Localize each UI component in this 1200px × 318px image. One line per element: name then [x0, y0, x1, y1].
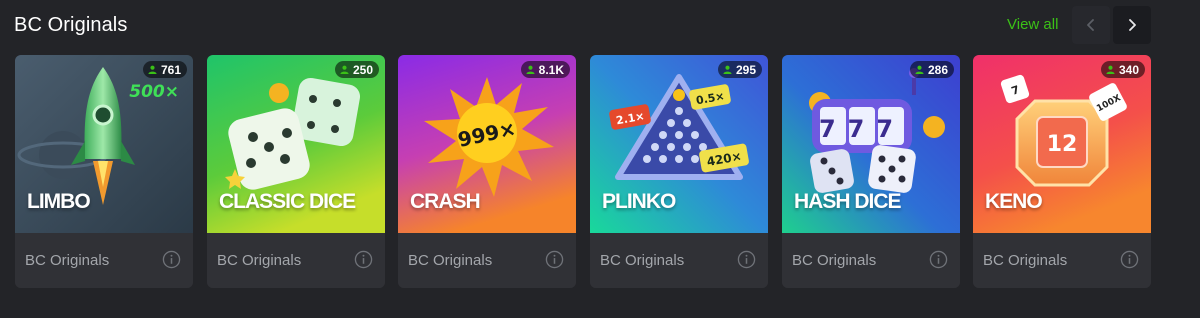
user-icon — [1106, 65, 1115, 74]
game-title: PLINKO — [602, 190, 676, 213]
user-icon — [526, 65, 535, 74]
game-card-keno[interactable]: 12 7 100X KENO 340 BC Originals — [973, 55, 1151, 288]
info-icon — [737, 250, 756, 269]
player-count-badge: 286 — [909, 61, 954, 78]
player-count: 250 — [352, 62, 373, 77]
game-thumbnail: 12 7 100X KENO 340 — [973, 55, 1151, 233]
card-footer: BC Originals — [590, 233, 768, 288]
game-card-limbo[interactable]: 500× LIMBO 761 BC Originals — [15, 55, 193, 288]
slot-reels-label: 777 — [819, 115, 905, 143]
chevron-left-icon — [1087, 19, 1094, 31]
user-icon — [340, 65, 349, 74]
card-footer: BC Originals — [973, 233, 1151, 288]
player-count-badge: 761 — [142, 61, 187, 78]
player-count: 8.1K — [538, 62, 564, 77]
user-icon — [723, 65, 732, 74]
info-icon — [162, 250, 181, 269]
info-button[interactable] — [737, 250, 756, 269]
user-icon — [915, 65, 924, 74]
provider-label: BC Originals — [217, 252, 302, 269]
bc-originals-section: BC Originals View all 500× LIMBO 761 BC … — [0, 0, 1200, 318]
player-count-badge: 250 — [334, 61, 379, 78]
chevron-right-icon — [1129, 19, 1136, 31]
game-card-classic-dice[interactable]: CLASSIC DICE 250 BC Originals — [207, 55, 385, 288]
info-button[interactable] — [162, 250, 181, 269]
card-footer: BC Originals — [207, 233, 385, 288]
provider-label: BC Originals — [25, 252, 110, 269]
info-icon — [929, 250, 948, 269]
info-icon — [545, 250, 564, 269]
card-footer: BC Originals — [15, 233, 193, 288]
provider-label: BC Originals — [600, 252, 685, 269]
game-thumbnail: 777 HASH DICE 286 — [782, 55, 960, 233]
info-button[interactable] — [929, 250, 948, 269]
info-button[interactable] — [545, 250, 564, 269]
prev-button[interactable] — [1072, 6, 1110, 44]
game-thumbnail: 2.1× 0.5× 420× PLINKO 295 — [590, 55, 768, 233]
game-title: LIMBO — [27, 190, 91, 213]
game-title: CLASSIC DICE — [219, 190, 356, 213]
provider-label: BC Originals — [792, 252, 877, 269]
player-count: 286 — [927, 62, 948, 77]
player-count-badge: 8.1K — [520, 61, 570, 78]
game-card-plinko[interactable]: 2.1× 0.5× 420× PLINKO 295 BC Originals — [590, 55, 768, 288]
player-count: 340 — [1118, 62, 1139, 77]
info-button[interactable] — [354, 250, 373, 269]
card-footer: BC Originals — [398, 233, 576, 288]
info-icon — [354, 250, 373, 269]
view-all-link[interactable]: View all — [1007, 16, 1058, 33]
multiplier-label: 500× — [129, 82, 179, 102]
section-title: BC Originals — [14, 14, 128, 36]
next-button[interactable] — [1113, 6, 1151, 44]
keno-number: 12 — [1047, 132, 1078, 157]
provider-label: BC Originals — [983, 252, 1068, 269]
card-footer: BC Originals — [782, 233, 960, 288]
game-card-hash-dice[interactable]: 777 HASH DICE 286 BC Originals — [782, 55, 960, 288]
player-count-badge: 340 — [1100, 61, 1145, 78]
game-thumbnail: 500× LIMBO 761 — [15, 55, 193, 233]
provider-label: BC Originals — [408, 252, 493, 269]
info-button[interactable] — [1120, 250, 1139, 269]
user-icon — [148, 65, 157, 74]
game-title: HASH DICE — [794, 190, 902, 213]
game-thumbnail: CLASSIC DICE 250 — [207, 55, 385, 233]
game-card-crash[interactable]: 999× CRASH 8.1K BC Originals — [398, 55, 576, 288]
game-title: KENO — [985, 190, 1043, 213]
game-thumbnail: 999× CRASH 8.1K — [398, 55, 576, 233]
game-title: CRASH — [410, 190, 481, 213]
info-icon — [1120, 250, 1139, 269]
player-count: 761 — [160, 62, 181, 77]
player-count-badge: 295 — [717, 61, 762, 78]
player-count: 295 — [735, 62, 756, 77]
